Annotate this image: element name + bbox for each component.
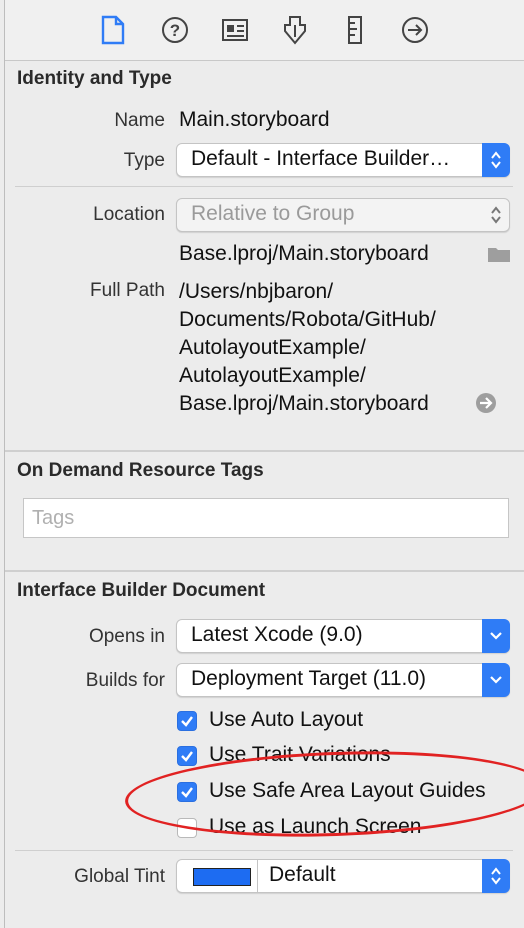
chevron-down-icon: [482, 619, 510, 653]
location-popup[interactable]: Relative to Group: [176, 198, 510, 232]
safe-area-checkbox[interactable]: [177, 782, 197, 802]
ib-section-title: Interface Builder Document: [17, 580, 266, 601]
auto-layout-checkbox[interactable]: [177, 711, 197, 731]
type-popup-value: Default - Interface Builder…: [191, 147, 451, 170]
connections-inspector-icon[interactable]: [399, 14, 431, 46]
fullpath-line: AutolayoutExample/: [179, 364, 366, 387]
launch-screen-checkbox[interactable]: [177, 818, 197, 838]
builds-for-label: Builds for: [85, 670, 165, 691]
inspector-panel: ? Identity and Type Name Main.storyboard…: [4, 0, 524, 928]
section-divider: [5, 450, 524, 452]
location-popup-value: Relative to Group: [191, 202, 355, 225]
file-inspector-icon[interactable]: [97, 14, 129, 46]
updown-arrows-icon: [482, 198, 510, 232]
checkmark-icon: [181, 751, 193, 762]
global-tint-popup[interactable]: Default: [176, 859, 510, 893]
chevron-down-icon: [482, 663, 510, 697]
global-tint-label: Global Tint: [74, 866, 165, 887]
tags-placeholder: Tags: [32, 507, 75, 529]
fullpath-line: AutolayoutExample/: [179, 336, 366, 359]
folder-icon[interactable]: [487, 245, 511, 268]
inspector-toolbar: ?: [5, 0, 524, 61]
identity-section-title: Identity and Type: [17, 68, 172, 89]
reveal-arrow-icon[interactable]: [475, 392, 497, 419]
fullpath-label: Full Path: [90, 280, 165, 301]
fullpath-line: Base.lproj/Main.storyboard: [179, 392, 429, 415]
checkmark-icon: [181, 716, 193, 727]
checkmark-icon: [181, 787, 193, 798]
tint-color-swatch: [193, 868, 251, 886]
quick-help-icon[interactable]: ?: [159, 14, 191, 46]
name-field[interactable]: Main.storyboard: [179, 108, 330, 132]
divider: [15, 186, 513, 187]
opens-in-popup[interactable]: Latest Xcode (9.0): [176, 619, 510, 653]
updown-arrows-icon: [482, 859, 510, 893]
section-divider: [5, 570, 524, 572]
location-path: Base.lproj/Main.storyboard: [179, 242, 429, 265]
trait-variations-checkbox[interactable]: [177, 746, 197, 766]
location-label: Location: [93, 204, 165, 225]
tags-input[interactable]: Tags: [23, 498, 509, 538]
attributes-inspector-icon[interactable]: [279, 14, 311, 46]
auto-layout-label[interactable]: Use Auto Layout: [209, 708, 363, 732]
divider: [257, 860, 258, 892]
type-label: Type: [123, 150, 165, 171]
builds-for-popup[interactable]: Deployment Target (11.0): [176, 663, 510, 697]
divider: [15, 850, 513, 851]
size-inspector-icon[interactable]: [339, 14, 371, 46]
fullpath-line: Documents/Robota/GitHub/: [179, 308, 436, 331]
fullpath-value: /Users/nbjbaron/ Documents/Robota/GitHub…: [179, 278, 436, 418]
launch-screen-label[interactable]: Use as Launch Screen: [209, 815, 421, 839]
trait-variations-label[interactable]: Use Trait Variations: [209, 743, 391, 767]
opens-in-value: Latest Xcode (9.0): [191, 623, 363, 646]
global-tint-value: Default: [269, 863, 336, 886]
builds-for-value: Deployment Target (11.0): [191, 667, 427, 690]
svg-text:?: ?: [170, 21, 180, 40]
type-popup[interactable]: Default - Interface Builder…: [176, 143, 510, 177]
fullpath-line: /Users/nbjbaron/: [179, 280, 334, 303]
identity-inspector-icon[interactable]: [219, 14, 251, 46]
tags-section-title: On Demand Resource Tags: [17, 460, 264, 481]
updown-arrows-icon: [482, 143, 510, 177]
safe-area-label[interactable]: Use Safe Area Layout Guides: [209, 779, 486, 803]
name-label: Name: [114, 110, 165, 131]
opens-in-label: Opens in: [88, 626, 165, 647]
